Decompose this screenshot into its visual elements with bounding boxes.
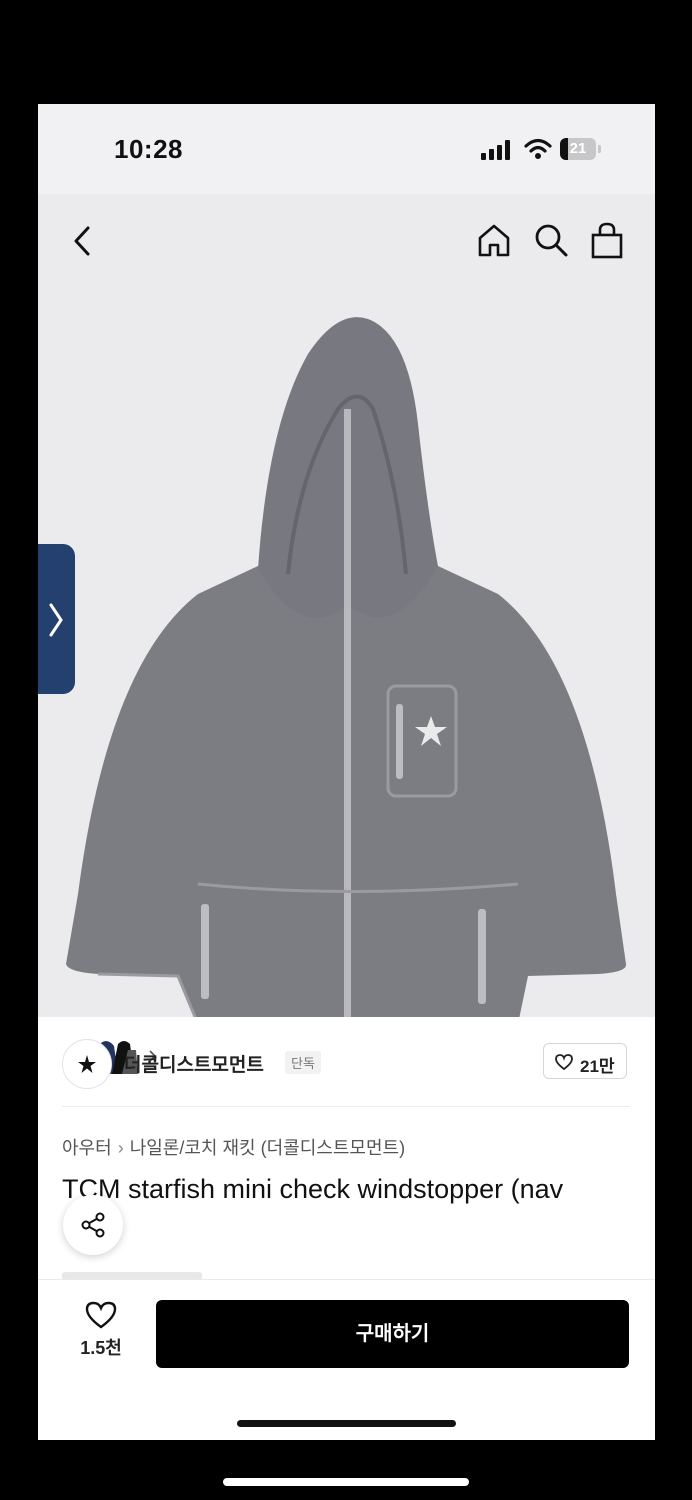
buy-button[interactable]: 구매하기 [156, 1300, 629, 1368]
breadcrumb-subcategory[interactable]: 나일론/코치 재킷 (더콜디스트모먼트) [130, 1138, 405, 1158]
battery-percent: 21 [569, 140, 587, 157]
product-image-gallery[interactable]: 1 / 5 [38, 194, 655, 1082]
home-icon[interactable] [476, 222, 512, 258]
brand-logo[interactable] [62, 1039, 112, 1089]
share-button[interactable] [63, 1195, 123, 1255]
search-icon[interactable] [533, 222, 569, 258]
status-time: 10:28 [114, 134, 183, 164]
divider [62, 1106, 630, 1107]
wishlist-button[interactable]: 1.5천 [76, 1300, 126, 1360]
share-icon [81, 1212, 105, 1238]
breadcrumb: 아우터 › 나일론/코치 재킷 (더콜디스트모먼트) [62, 1134, 405, 1160]
bottom-purchase-bar: 1.5천 구매하기 [38, 1279, 655, 1440]
brand-name[interactable]: 더콜디스트모먼트 [124, 1050, 264, 1077]
heart-icon [85, 1301, 117, 1329]
chevron-right-icon [49, 603, 63, 637]
heart-icon [555, 1054, 573, 1071]
home-indicator [237, 1420, 456, 1427]
breadcrumb-category[interactable]: 아우터 [62, 1138, 112, 1158]
chevron-right-icon: › [117, 1138, 124, 1158]
wifi-icon [524, 138, 552, 159]
outer-home-indicator [223, 1478, 469, 1486]
starfish-logo-icon [78, 1055, 96, 1073]
status-bar: 10:28 21 [38, 104, 655, 194]
brand-row[interactable]: 더콜디스트모먼트 단독 21만 [38, 1017, 655, 1107]
wishlist-count: 1.5천 [80, 1338, 122, 1358]
battery-icon: 21 [560, 138, 602, 160]
shopping-bag-icon[interactable] [590, 221, 624, 259]
phone-screen: 10:28 21 1 / 5 더콜디스트모먼트 단독 21만 아우터 › 나일론… [38, 104, 655, 1440]
brand-like-button[interactable]: 21만 [543, 1043, 627, 1079]
brand-like-count: 21만 [580, 1057, 615, 1076]
back-button[interactable] [68, 224, 96, 258]
exclusive-badge: 단독 [285, 1051, 321, 1074]
side-drawer-tab[interactable] [38, 544, 75, 694]
product-image [38, 194, 655, 1017]
cellular-signal-icon [481, 140, 510, 160]
product-title: TCM starfish mini check windstopper (nav [62, 1174, 564, 1204]
